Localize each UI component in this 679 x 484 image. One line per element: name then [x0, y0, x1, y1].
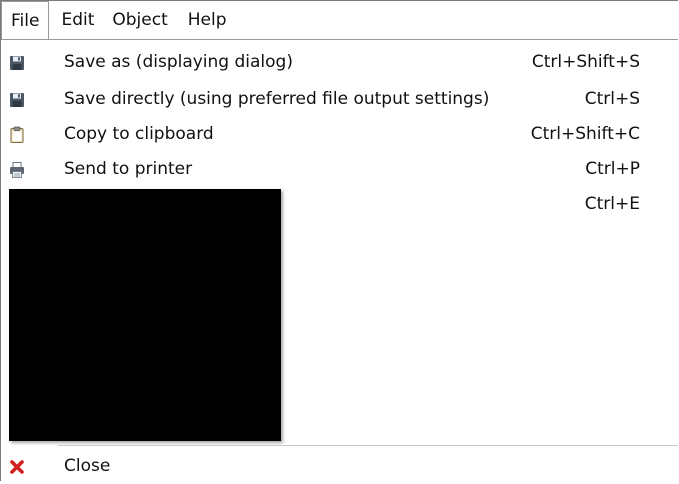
clipboard-icon — [8, 126, 26, 144]
menu-item-save-as[interactable]: Save as (displaying dialog) Ctrl+Shift+S — [1, 46, 678, 80]
menu-bar: File Edit Object Help — [1, 1, 678, 39]
menu-object-label: Object — [112, 10, 168, 30]
floppy-disk-icon — [8, 91, 26, 109]
file-dropdown: Save as (displaying dialog) Ctrl+Shift+S… — [1, 39, 678, 482]
menu-separator — [58, 445, 678, 446]
floppy-disk-icon — [8, 54, 26, 72]
menu-item-shortcut: Ctrl+E — [584, 194, 640, 214]
menu-item-label: Save as (displaying dialog) — [64, 52, 293, 72]
menu-item-shortcut: Ctrl+P — [585, 159, 640, 179]
menu-item-save-directly[interactable]: Save directly (using preferred file outp… — [1, 83, 678, 117]
menu-item-label: Copy to clipboard — [64, 124, 214, 144]
menu-help[interactable]: Help — [180, 1, 239, 39]
menu-item-shortcut: Ctrl+Shift+C — [530, 124, 640, 144]
menu-help-label: Help — [187, 10, 227, 30]
menu-file[interactable]: File — [1, 1, 50, 39]
menu-item-shortcut: Ctrl+Shift+S — [531, 52, 640, 72]
menu-item-send-to-printer[interactable]: Send to printer Ctrl+P — [1, 153, 678, 187]
app-window: File Edit Object Help Save as (displayin… — [0, 0, 678, 482]
menu-item-close[interactable]: Close — [1, 450, 678, 484]
menu-item-label: Close — [64, 456, 111, 476]
menu-edit-label: Edit — [61, 10, 95, 30]
menu-object[interactable]: Object — [106, 1, 179, 39]
menu-item-copy-to-clipboard[interactable]: Copy to clipboard Ctrl+Shift+C — [1, 118, 678, 152]
menu-file-label: File — [11, 10, 40, 31]
menu-item-label: Send to printer — [64, 159, 193, 179]
red-x-icon — [8, 458, 26, 476]
menu-item-label: Save directly (using preferred file outp… — [64, 89, 490, 109]
menu-item-shortcut: Ctrl+S — [584, 89, 640, 109]
menu-edit[interactable]: Edit — [49, 1, 106, 39]
redacted-block — [9, 189, 281, 441]
printer-icon — [8, 161, 26, 179]
